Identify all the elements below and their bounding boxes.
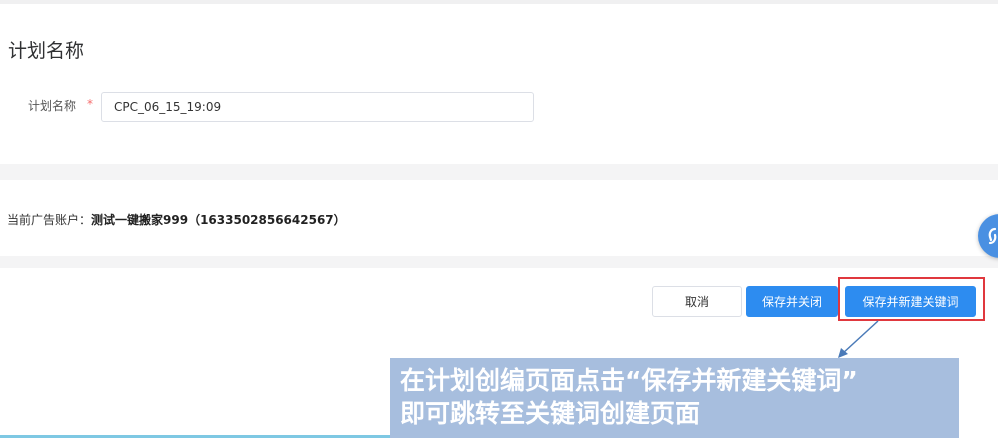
section-title: 计划名称 <box>8 40 85 62</box>
required-mark: * <box>87 97 93 111</box>
plan-name-input[interactable] <box>101 92 534 122</box>
cancel-button[interactable]: 取消 <box>652 286 742 317</box>
callout-line-2: 即可跳转至关键词创建页面 <box>400 399 701 428</box>
account-value: 测试一键搬家999（1633502856642567） <box>91 213 346 227</box>
account-info: 当前广告账户：测试一键搬家999（1633502856642567） <box>7 211 346 228</box>
link-icon <box>988 227 997 245</box>
plan-name-label: 计划名称 <box>28 99 77 113</box>
plan-name-panel <box>0 4 998 164</box>
instruction-callout: 在计划创编页面点击“保存并新建关键词” 即可跳转至关键词创建页面 <box>390 358 959 438</box>
callout-line-1: 在计划创编页面点击“保存并新建关键词” <box>400 366 858 395</box>
save-and-close-button[interactable]: 保存并关闭 <box>746 286 838 317</box>
account-label: 当前广告账户： <box>7 213 92 227</box>
highlight-box <box>838 277 985 321</box>
callout-arrow <box>838 320 879 358</box>
